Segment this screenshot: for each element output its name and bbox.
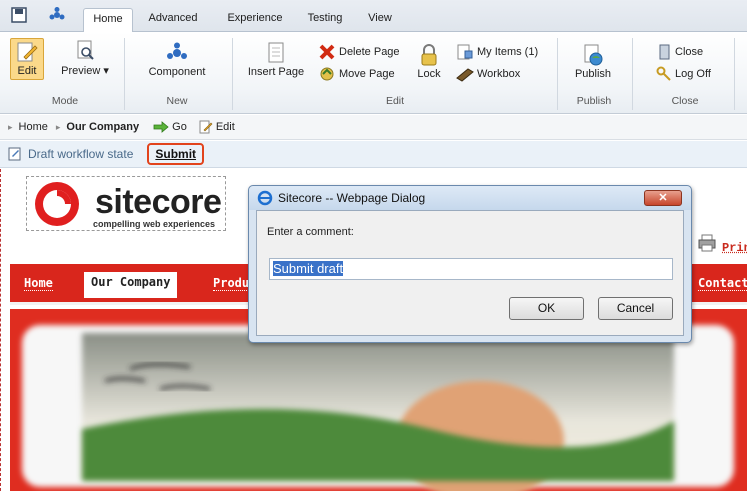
publish-icon [584,44,603,66]
key-icon [656,66,671,81]
delete-page-button[interactable]: Delete Page [318,44,400,60]
site-nav-products[interactable]: Produ [213,276,250,291]
dialog-titlebar[interactable]: Sitecore -- Webpage Dialog ✕ [249,186,691,210]
group-title-close: Close [671,95,699,107]
logo-tagline: compelling web experiences [93,219,216,229]
lock-icon [421,44,437,66]
group-divider [632,38,633,110]
site-logo[interactable]: sitecore compelling web experiences [26,176,226,231]
group-title-new: New [166,95,188,107]
ie-icon [257,190,273,206]
logo-wordmark: sitecore [95,183,222,221]
insert-page-label: Insert Page [247,66,305,78]
preview-icon [77,40,94,60]
workbox-label: Workbox [477,68,521,80]
group-title-mode: Mode [51,95,79,107]
my-items-label: My Items (1) [477,46,539,58]
breadcrumb: ▸ Home ▸ Our Company Go Edit [0,115,747,140]
webpage-dialog: Sitecore -- Webpage Dialog ✕ Enter a com… [248,185,692,343]
submit-button[interactable]: Submit [147,143,205,165]
component-button[interactable]: Component [142,42,212,78]
site-nav-our-company[interactable]: Our Company [84,272,178,298]
ok-button[interactable]: OK [509,297,584,320]
edit-mode-button[interactable]: Edit [10,38,44,80]
tab-home[interactable]: Home [83,8,133,33]
close-label: Close [675,46,704,58]
group-title-edit: Edit [385,95,405,107]
pencil-icon [199,120,213,134]
go-label: Go [172,121,187,133]
workbox-icon [456,68,474,82]
breadcrumb-arrow-icon: ▸ [8,121,13,132]
group-divider [232,38,233,110]
page-frame-border [0,169,7,491]
lock-button[interactable]: Lock [412,44,446,80]
publish-button[interactable]: Publish [571,44,615,80]
sitecore-menu-icon[interactable] [48,6,66,24]
preview-button[interactable]: Preview ▾ [55,40,115,77]
log-off-label: Log Off [675,68,711,80]
workbox-button[interactable]: Workbox [456,66,520,82]
component-label: Component [148,66,206,78]
log-off-button[interactable]: Log Off [656,66,711,82]
insert-page-button[interactable]: Insert Page [244,42,308,78]
print-link[interactable]: Prin [722,241,747,255]
move-page-icon [320,67,334,81]
ribbon: Edit Preview ▾ Mode Component New Insert… [0,32,747,114]
tab-testing[interactable]: Testing [300,8,350,32]
workflow-state-icon [8,147,21,161]
workflow-bar: Draft workflow state Submit [0,141,747,168]
preview-label: Preview [61,65,101,77]
dialog-close-button[interactable]: ✕ [644,190,682,206]
my-items-button[interactable]: My Items (1) [456,44,538,60]
group-divider [734,38,735,110]
breadcrumb-home[interactable]: Home [19,121,48,133]
group-divider [124,38,125,110]
dialog-title: Sitecore -- Webpage Dialog [278,191,426,205]
close-door-icon [659,44,670,60]
comment-input[interactable]: Submit draft [269,258,673,280]
breadcrumb-current[interactable]: Our Company [66,121,139,133]
delete-icon [319,44,335,60]
printer-icon [698,234,716,252]
move-page-label: Move Page [339,68,395,80]
group-title-publish: Publish [576,95,612,107]
breadcrumb-arrow-icon: ▸ [55,121,61,132]
close-button[interactable]: Close [656,44,703,60]
cancel-button[interactable]: Cancel [598,297,673,320]
tab-advanced[interactable]: Advanced [138,8,208,32]
delete-page-label: Delete Page [339,46,400,58]
site-nav-home[interactable]: Home [24,276,53,291]
edit-page-icon [17,42,38,62]
comment-input-value: Submit draft [273,261,344,276]
breadcrumb-edit-button[interactable]: Edit [199,120,235,134]
go-button[interactable]: Go [153,121,187,133]
close-icon: ✕ [658,192,668,204]
save-icon[interactable] [10,6,28,24]
component-icon [167,42,187,59]
tab-view[interactable]: View [360,8,400,32]
edit-mode-label: Edit [17,65,37,77]
comment-label: Enter a comment: [267,226,354,238]
ribbon-tab-bar: Home Advanced Experience Testing View [0,0,747,33]
site-nav-contact[interactable]: Contact [698,276,747,291]
go-arrow-icon [153,121,169,133]
breadcrumb-edit-label: Edit [215,121,235,133]
tab-experience[interactable]: Experience [216,8,294,32]
my-items-icon [457,44,473,60]
lock-label: Lock [417,68,441,80]
move-page-button[interactable]: Move Page [318,66,395,82]
dialog-body: Enter a comment: Submit draft OK Cancel [256,210,684,336]
publish-label: Publish [574,68,612,80]
workflow-state-label: Draft workflow state [28,147,134,161]
sitecore-logo-icon [35,182,79,226]
insert-page-icon [268,42,284,63]
group-divider [557,38,558,110]
dropdown-arrow-icon: ▾ [100,65,109,77]
